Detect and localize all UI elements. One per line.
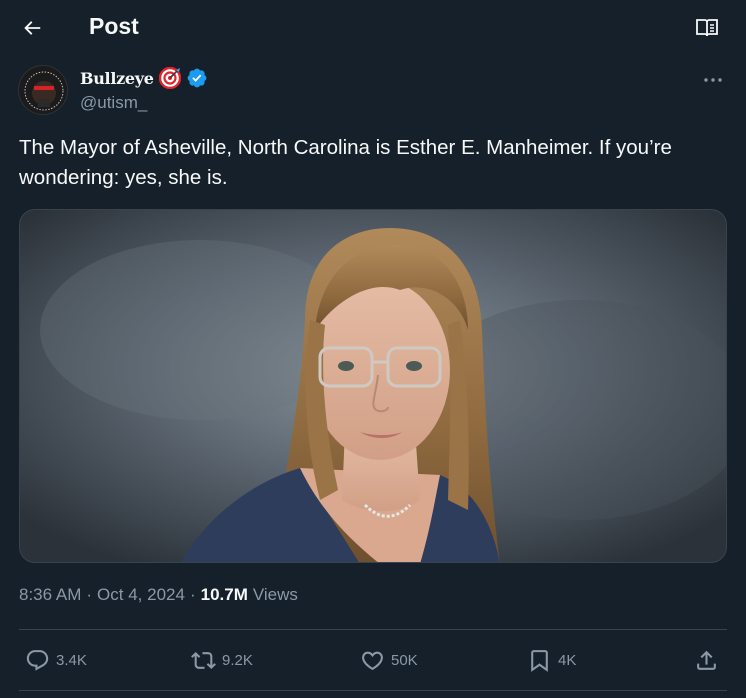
post-date[interactable]: Oct 4, 2024	[97, 585, 185, 605]
page-title: Post	[89, 13, 139, 39]
portrait-image	[20, 210, 726, 562]
avatar[interactable]	[18, 65, 68, 115]
reply-icon	[26, 649, 49, 671]
meta-separator: ·	[86, 585, 93, 604]
more-dots-icon	[704, 78, 722, 82]
reply-count: 3.4K	[56, 651, 87, 669]
post-view: Post Bullzeye @utism_ The Mayor of Ashev…	[0, 0, 746, 698]
author-handle[interactable]: @utism_	[80, 93, 147, 113]
views-count[interactable]: 10.7M	[201, 585, 248, 605]
top-bar: Post	[0, 0, 746, 56]
repost-button[interactable]: 9.2K	[191, 646, 253, 674]
divider	[19, 629, 727, 630]
more-options-button[interactable]	[700, 70, 726, 90]
share-button[interactable]	[694, 646, 719, 674]
bookmark-button[interactable]: 4K	[527, 646, 576, 674]
target-emoji-icon	[158, 66, 181, 90]
meta-separator: ·	[189, 585, 196, 604]
share-icon	[697, 650, 716, 670]
reader-mode-icon	[696, 19, 718, 37]
back-button[interactable]	[16, 12, 48, 44]
bookmark-icon	[531, 649, 548, 672]
post-time[interactable]: 8:36 AM	[19, 585, 81, 605]
repost-icon	[191, 651, 216, 669]
reader-mode-button[interactable]	[694, 15, 720, 41]
tweet-text: The Mayor of Asheville, North Carolina i…	[19, 133, 719, 193]
tweet-photo[interactable]	[19, 209, 727, 563]
reply-button[interactable]: 3.4K	[25, 646, 87, 674]
arrow-left-icon	[24, 21, 41, 35]
verified-badge-icon[interactable]	[186, 67, 208, 89]
like-count: 50K	[391, 651, 418, 669]
divider	[19, 690, 727, 691]
display-name[interactable]: Bullzeye	[80, 69, 154, 88]
like-button[interactable]: 50K	[360, 646, 418, 674]
tweet-text-line: wondering: yes, she is.	[19, 166, 228, 189]
heart-icon	[362, 651, 383, 670]
tweet-text-line: The Mayor of Asheville, North Carolina i…	[19, 136, 672, 159]
bookmark-count: 4K	[558, 651, 577, 669]
views-label: Views	[252, 585, 298, 604]
author-name-row: Bullzeye	[80, 66, 208, 90]
tweet-meta: 8:36 AM · Oct 4, 2024 · 10.7M Views	[19, 585, 298, 605]
repost-count: 9.2K	[222, 651, 253, 669]
